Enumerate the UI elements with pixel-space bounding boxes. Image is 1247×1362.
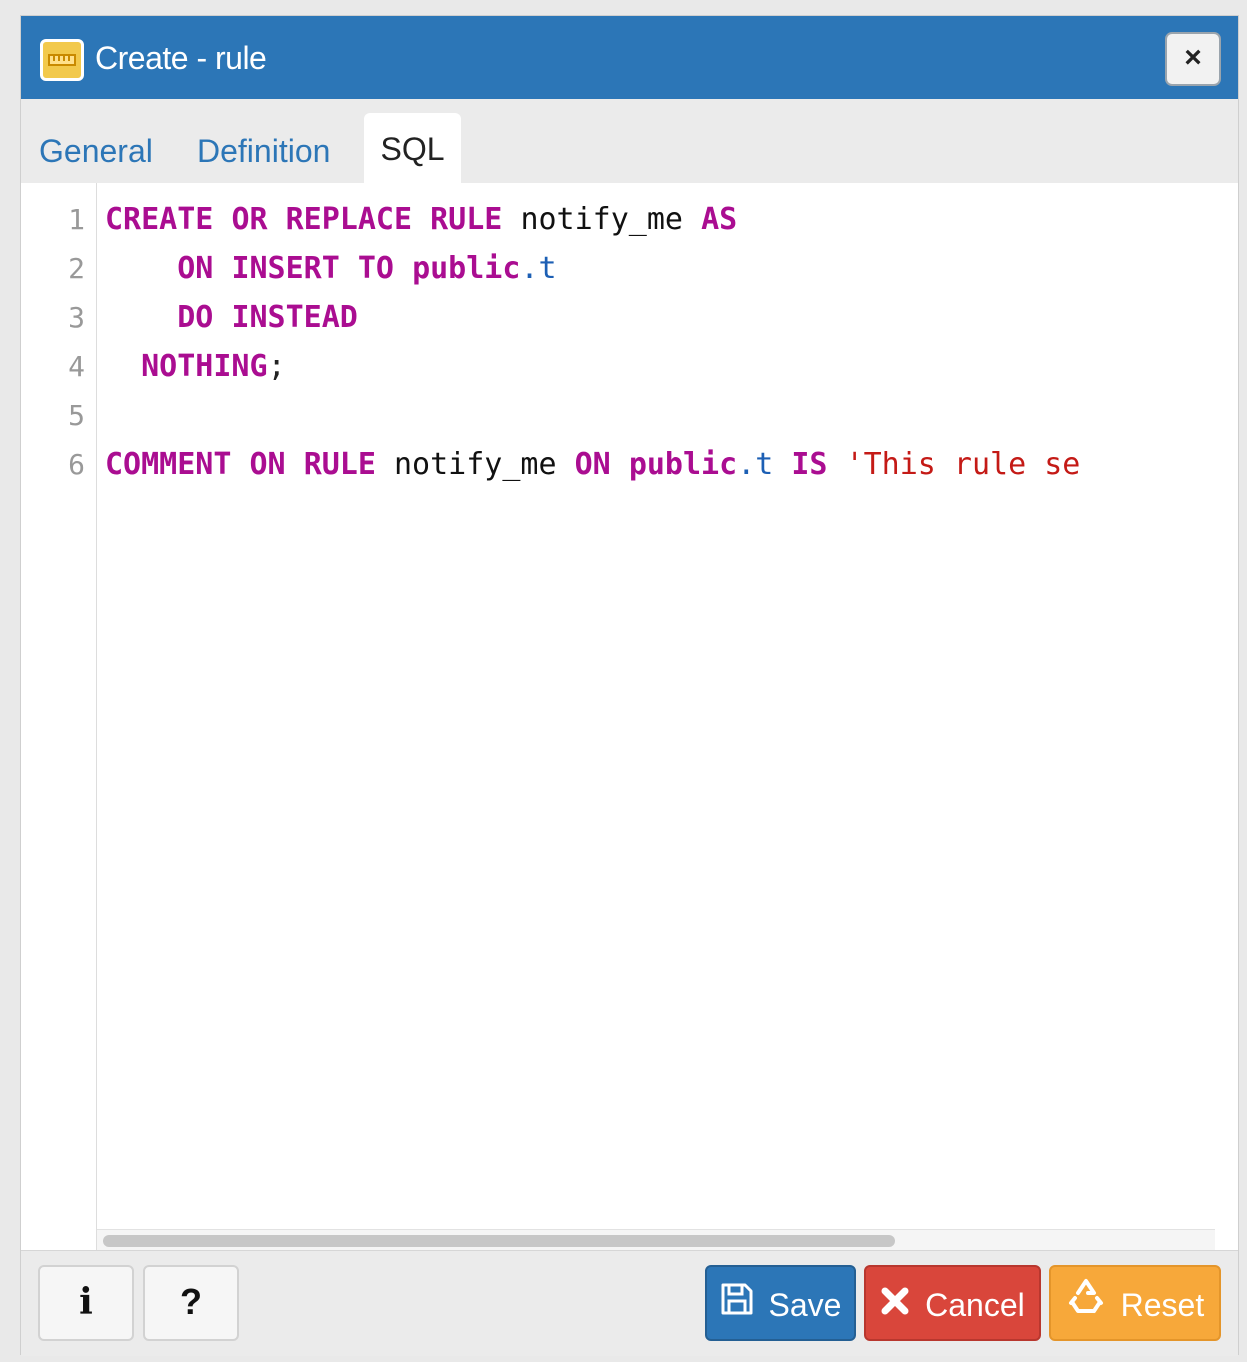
keyword: OR xyxy=(231,202,268,237)
keyword: CREATE xyxy=(105,202,214,237)
string-literal: 'This rule se xyxy=(845,447,1081,482)
reset-label: Reset xyxy=(1120,1286,1205,1323)
keyword: REPLACE xyxy=(285,202,413,237)
code-token: ; xyxy=(267,349,286,384)
rule-icon xyxy=(40,39,84,81)
identifier: t xyxy=(538,251,557,286)
recycle-icon xyxy=(1066,1270,1106,1340)
code-line: NOTHING; xyxy=(105,342,286,391)
close-icon: × xyxy=(1184,41,1202,74)
code-area[interactable]: CREATE OR REPLACE RULE notify_me AS ON I… xyxy=(21,195,1216,505)
horizontal-scrollbar[interactable] xyxy=(97,1229,1215,1250)
help-button[interactable]: ? xyxy=(143,1265,239,1341)
reset-button[interactable]: Reset xyxy=(1049,1265,1221,1341)
info-icon: i xyxy=(79,1281,93,1323)
identifier: t xyxy=(755,447,774,482)
x-icon xyxy=(880,1270,910,1340)
tab-bar: General Definition SQL xyxy=(21,99,1238,183)
keyword: ON xyxy=(177,251,214,286)
tab-general[interactable]: General xyxy=(39,115,153,183)
keyword: RULE xyxy=(430,202,503,237)
schema-name: public xyxy=(412,251,521,286)
save-label: Save xyxy=(768,1286,842,1323)
close-button[interactable]: × xyxy=(1165,32,1221,86)
keyword: INSTEAD xyxy=(231,300,358,335)
info-button[interactable]: i xyxy=(38,1265,134,1341)
cancel-label: Cancel xyxy=(925,1286,1025,1323)
tab-definition[interactable]: Definition xyxy=(197,115,330,183)
code-line: COMMENT ON RULE notify_me ON public.t IS… xyxy=(105,440,1080,489)
sql-editor[interactable]: 1 2 3 4 5 6 CREATE OR REPLACE RULE notif… xyxy=(21,183,1238,1250)
floppy-disk-icon xyxy=(720,1270,754,1340)
code-line: ON INSERT TO public.t xyxy=(105,244,557,293)
punctuation: . xyxy=(737,447,756,482)
tab-sql[interactable]: SQL xyxy=(364,113,461,183)
scrollbar-thumb[interactable] xyxy=(103,1235,895,1247)
help-icon: ? xyxy=(180,1281,202,1322)
keyword: NOTHING xyxy=(141,349,268,384)
keyword: TO xyxy=(357,251,394,286)
punctuation: . xyxy=(520,251,539,286)
keyword: INSERT xyxy=(231,251,340,286)
identifier: notify_me xyxy=(520,202,683,237)
keyword: COMMENT xyxy=(105,447,232,482)
dialog-footer: i ? Save Cancel Reset xyxy=(21,1250,1238,1356)
cancel-button[interactable]: Cancel xyxy=(864,1265,1041,1341)
keyword: RULE xyxy=(303,447,376,482)
save-button[interactable]: Save xyxy=(705,1265,856,1341)
keyword: ON xyxy=(249,447,286,482)
dialog-titlebar[interactable]: Create - rule × xyxy=(21,16,1238,99)
create-rule-dialog: Create - rule × General Definition SQL 1… xyxy=(20,15,1239,1356)
schema-name: public xyxy=(628,447,738,482)
code-line: DO INSTEAD xyxy=(105,293,358,342)
keyword: AS xyxy=(701,202,738,237)
identifier: notify_me xyxy=(394,447,557,482)
keyword: IS xyxy=(791,447,828,482)
keyword: ON xyxy=(574,447,611,482)
dialog-title: Create - rule xyxy=(95,40,267,76)
keyword: DO xyxy=(177,300,214,335)
code-line: CREATE OR REPLACE RULE notify_me AS xyxy=(105,195,737,244)
